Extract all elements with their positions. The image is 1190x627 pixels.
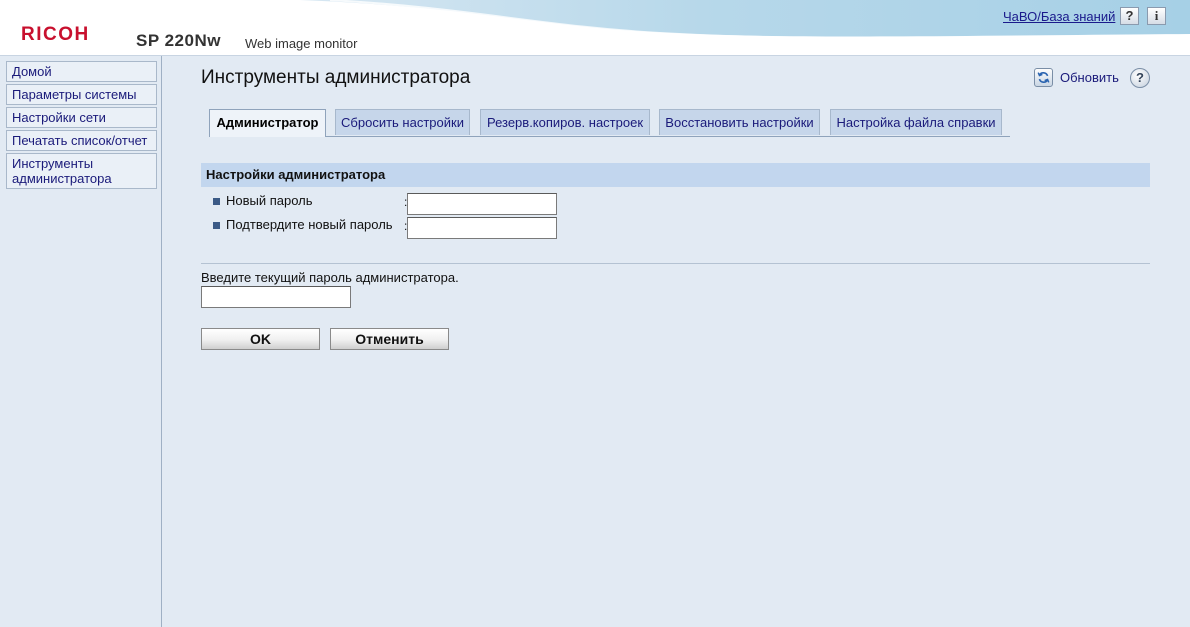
page-help-icon[interactable]: ?	[1130, 68, 1150, 88]
ricoh-logo: RICOH	[21, 24, 90, 45]
square-bullet-icon	[213, 198, 220, 205]
tab-reset-settings[interactable]: Сбросить настройки	[335, 109, 470, 135]
refresh-button[interactable]: Обновить	[1034, 67, 1119, 87]
current-admin-password-input[interactable]	[201, 286, 351, 308]
new-password-label: Новый пароль	[226, 193, 313, 208]
new-password-row: Новый пароль :	[213, 192, 613, 215]
refresh-icon[interactable]	[1034, 67, 1053, 87]
app-name: Web image monitor	[245, 36, 358, 51]
section-header-admin-settings: Настройки администратора	[201, 163, 1150, 187]
current-admin-password-label: Введите текущий пароль администратора.	[201, 270, 459, 285]
confirm-password-input[interactable]	[407, 217, 557, 239]
faq-knowledge-base-link[interactable]: ЧаВО/База знаний	[1003, 9, 1115, 24]
tab-restore-settings[interactable]: Восстановить настройки	[659, 109, 820, 135]
divider	[201, 263, 1150, 264]
model-name: SP 220Nw	[136, 31, 221, 50]
cancel-button[interactable]: Отменить	[330, 328, 449, 350]
new-password-input[interactable]	[407, 193, 557, 215]
ok-button[interactable]: OK	[201, 328, 320, 350]
main-content: Инструменты администратора Обновить ? Ад…	[162, 56, 1190, 627]
header-bar: RICOH SP 220Nw Web image monitor ЧаВО/Ба…	[0, 0, 1190, 56]
square-bullet-icon	[213, 222, 220, 229]
tab-help-file-settings[interactable]: Настройка файла справки	[830, 109, 1002, 135]
sidebar-item-network-settings[interactable]: Настройки сети	[6, 107, 157, 128]
sidebar: Домой Параметры системы Настройки сети П…	[0, 56, 162, 627]
sidebar-item-system-settings[interactable]: Параметры системы	[6, 84, 157, 105]
confirm-password-label: Подтвердите новый пароль	[226, 217, 393, 232]
sidebar-item-home[interactable]: Домой	[6, 61, 157, 82]
confirm-password-row: Подтвердите новый пароль :	[213, 216, 613, 239]
info-icon[interactable]: i	[1147, 7, 1166, 25]
sidebar-item-admin-tools[interactable]: Инструменты администратора	[6, 153, 157, 189]
tab-administrator[interactable]: Администратор	[209, 109, 326, 137]
tab-bar: Администратор Сбросить настройки Резерв.…	[209, 109, 1010, 137]
refresh-label[interactable]: Обновить	[1060, 70, 1119, 85]
page-title: Инструменты администратора	[201, 67, 471, 88]
sidebar-item-print-list-report[interactable]: Печатать список/отчет	[6, 130, 157, 151]
tab-backup-settings[interactable]: Резерв.копиров. настроек	[480, 109, 650, 135]
help-icon[interactable]: ?	[1120, 7, 1139, 25]
